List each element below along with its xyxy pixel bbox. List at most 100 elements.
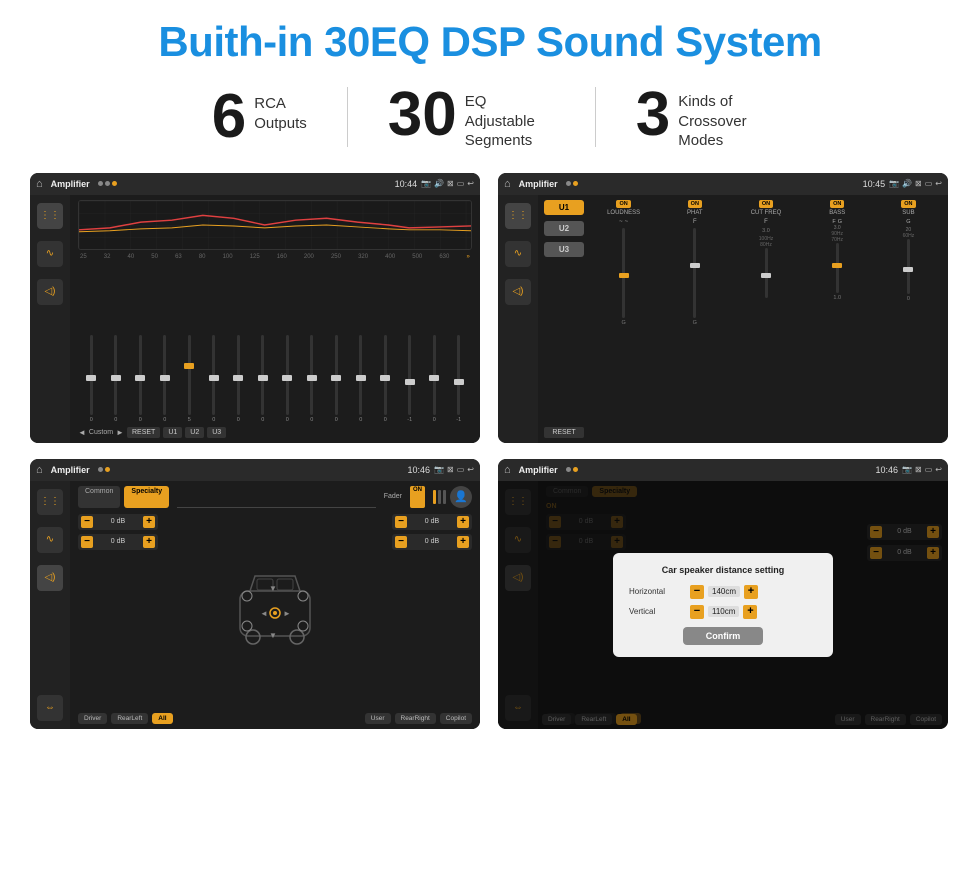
cutfreq-on: ON: [759, 200, 773, 208]
back-icon-2[interactable]: ↩: [935, 179, 942, 188]
confirm-button[interactable]: Confirm: [683, 627, 763, 645]
slider-track-7[interactable]: [261, 335, 264, 415]
slider-track-9[interactable]: [310, 335, 313, 415]
slider-track-3[interactable]: [163, 335, 166, 415]
phat-on: ON: [688, 200, 702, 208]
eq-u3-btn[interactable]: U3: [207, 427, 226, 438]
fader-sidebar-arrows[interactable]: ⇔: [37, 695, 63, 721]
eq-sidebar-eq[interactable]: ⋮⋮: [37, 203, 63, 229]
crossover-reset-btn[interactable]: RESET: [544, 427, 584, 438]
home-icon[interactable]: ⌂: [36, 178, 43, 190]
slider-track-13[interactable]: [408, 335, 411, 415]
phat-val: G: [693, 320, 697, 326]
eq-u1-btn[interactable]: U1: [163, 427, 182, 438]
horizontal-plus[interactable]: +: [744, 585, 758, 599]
eq-sidebar-wave[interactable]: ∿: [37, 241, 63, 267]
freq-25: 25: [80, 254, 87, 260]
rearright-btn[interactable]: RearRight: [395, 713, 436, 724]
eq-next[interactable]: ►: [116, 428, 124, 437]
copilot-btn[interactable]: Copilot: [440, 713, 472, 724]
vertical-plus[interactable]: +: [743, 605, 757, 619]
db-plus-1[interactable]: +: [143, 516, 155, 528]
cdot-2: [573, 181, 578, 186]
user-btn[interactable]: User: [365, 713, 391, 724]
slider-val-9: 0: [310, 417, 313, 423]
eq-prev[interactable]: ◄: [78, 428, 86, 437]
db-val-4: 0 dB: [410, 538, 454, 545]
eq-main-area: 25 32 40 50 63 80 100 125 160 200 250 32…: [70, 195, 480, 443]
slider-val-4: 5: [188, 417, 191, 423]
slider-track-5[interactable]: [212, 335, 215, 415]
slider-track-4[interactable]: [188, 335, 191, 415]
fader-sidebar-eq[interactable]: ⋮⋮: [37, 489, 63, 515]
slider-track-14[interactable]: [433, 335, 436, 415]
driver-btn[interactable]: Driver: [78, 713, 107, 724]
db-plus-4[interactable]: +: [457, 536, 469, 548]
cross-sidebar-speaker[interactable]: ◁): [505, 279, 531, 305]
rearleft-btn[interactable]: RearLeft: [111, 713, 148, 724]
sub-slider[interactable]: [907, 239, 910, 294]
stats-row: 6 RCAOutputs 30 EQ AdjustableSegments 3 …: [30, 84, 950, 151]
eq-sidebar-speaker[interactable]: ◁): [37, 279, 63, 305]
slider-track-12[interactable]: [384, 335, 387, 415]
db-row-2: − 0 dB +: [78, 534, 158, 550]
tab-common[interactable]: Common: [78, 486, 120, 508]
screen-fader: ⌂ Amplifier 10:46 📷 ⊠ ▭ ↩ ⋮⋮ ∿: [30, 459, 480, 729]
eq-dots: [98, 181, 117, 186]
cross-sidebar-eq[interactable]: ⋮⋮: [505, 203, 531, 229]
profile-icon[interactable]: 👤: [450, 486, 472, 508]
loudness-on: ON: [616, 200, 630, 208]
db-plus-3[interactable]: +: [457, 516, 469, 528]
db-minus-3[interactable]: −: [395, 516, 407, 528]
fader-sidebar-wave[interactable]: ∿: [37, 527, 63, 553]
slider-track-15[interactable]: [457, 335, 460, 415]
eq-bottom-bar: ◄ Custom ► RESET U1 U2 U3: [78, 427, 472, 438]
eq-reset-btn[interactable]: RESET: [127, 427, 160, 438]
eq-slider-8: 0: [276, 335, 299, 423]
horizontal-minus[interactable]: −: [690, 585, 704, 599]
cutfreq-slider[interactable]: [765, 248, 768, 298]
home-icon-3[interactable]: ⌂: [36, 464, 43, 476]
eq-u2-btn[interactable]: U2: [185, 427, 204, 438]
cross-sidebar-wave[interactable]: ∿: [505, 241, 531, 267]
bass-slider[interactable]: [836, 243, 839, 293]
all-btn[interactable]: All: [152, 713, 172, 724]
volume-icon: 🔊: [434, 179, 444, 188]
slider-track-0[interactable]: [90, 335, 93, 415]
slider-track-6[interactable]: [237, 335, 240, 415]
slider-val-1: 0: [114, 417, 117, 423]
db-plus-2[interactable]: +: [143, 536, 155, 548]
slider-track-11[interactable]: [359, 335, 362, 415]
eq-screen-title: Amplifier: [51, 179, 90, 189]
dot-2: [105, 181, 110, 186]
slider-track-1[interactable]: [114, 335, 117, 415]
slider-track-10[interactable]: [335, 335, 338, 415]
forward-more[interactable]: »: [466, 254, 469, 260]
fader-sidebar-speaker[interactable]: ◁): [37, 565, 63, 591]
u3-button[interactable]: U3: [544, 242, 584, 257]
tab-specialty[interactable]: Specialty: [124, 486, 169, 508]
loudness-slider[interactable]: [622, 228, 625, 318]
ch-sub: ON SUB G 20 60Hz 0: [875, 200, 942, 438]
slider-track-8[interactable]: [286, 335, 289, 415]
car-svg: ▼ ▼ ◄ ►: [225, 561, 325, 661]
home-icon-4[interactable]: ⌂: [504, 464, 511, 476]
db-minus-1[interactable]: −: [81, 516, 93, 528]
home-icon-2[interactable]: ⌂: [504, 178, 511, 190]
back-icon-4[interactable]: ↩: [935, 465, 942, 474]
slider-val-0: 0: [90, 417, 93, 423]
db-minus-4[interactable]: −: [395, 536, 407, 548]
sub-label: SUB: [902, 210, 914, 216]
back-icon[interactable]: ↩: [467, 179, 474, 188]
back-icon-3[interactable]: ↩: [467, 465, 474, 474]
crossover-screen-content: ⋮⋮ ∿ ◁) U1 U2 U3 RESET ON L: [498, 195, 948, 443]
vertical-minus[interactable]: −: [690, 605, 704, 619]
slider-val-6: 0: [237, 417, 240, 423]
slider-track-2[interactable]: [139, 335, 142, 415]
u1-button[interactable]: U1: [544, 200, 584, 215]
stat-text-rca: RCAOutputs: [254, 86, 307, 133]
u2-button[interactable]: U2: [544, 221, 584, 236]
dialog-overlay: Car speaker distance setting Horizontal …: [498, 481, 948, 729]
db-minus-2[interactable]: −: [81, 536, 93, 548]
phat-slider[interactable]: [693, 228, 696, 318]
